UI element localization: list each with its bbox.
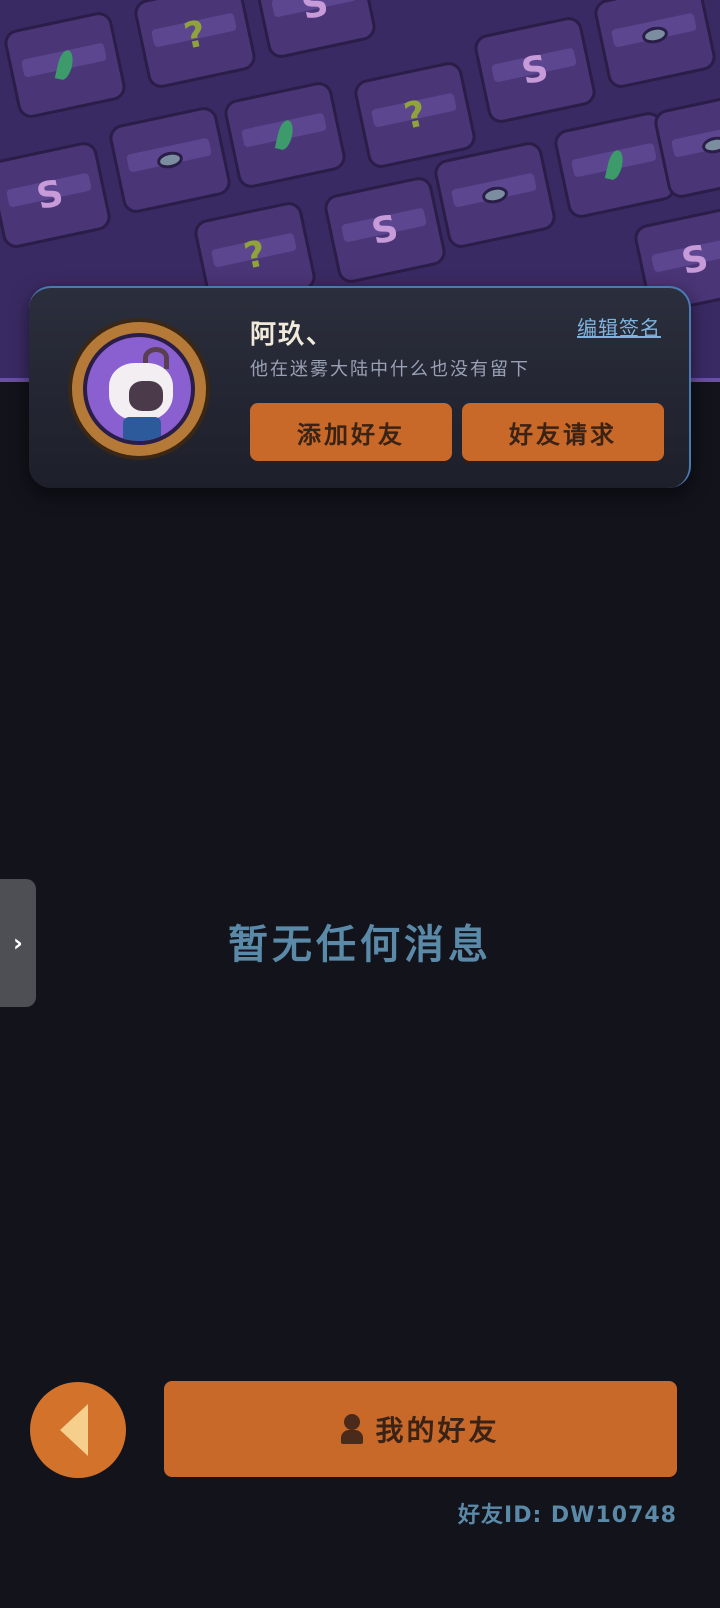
leaf-icon — [604, 148, 626, 182]
signature-text: 他在迷雾大陆中什么也没有留下 — [250, 359, 530, 380]
username: 阿玖、 — [250, 320, 335, 350]
edit-signature-link[interactable]: 编辑签名 — [577, 312, 661, 341]
friend-request-button[interactable]: 好友请求 — [462, 403, 664, 461]
friend-id-text: 好友ID: DW10748 — [458, 1503, 677, 1528]
pattern-tile: S — [471, 14, 599, 126]
avatar-image — [83, 333, 195, 445]
back-button[interactable] — [30, 1382, 126, 1478]
question-icon: ? — [180, 12, 210, 58]
leaf-icon — [274, 118, 296, 152]
sheep-face-icon — [109, 363, 173, 421]
avatar-body — [123, 417, 161, 441]
pattern-tile: S — [251, 0, 379, 61]
my-friends-button[interactable]: 我的好友 — [164, 1381, 677, 1477]
pattern-tile: ? — [131, 0, 259, 91]
pattern-tile: S — [321, 174, 449, 286]
pattern-tile — [221, 79, 349, 191]
question-icon: ? — [400, 92, 430, 138]
leaf-icon — [54, 48, 76, 82]
gem-icon — [640, 24, 670, 46]
profile-card: 阿玖、 编辑签名 他在迷雾大陆中什么也没有留下 添加好友 好友请求 — [29, 286, 691, 488]
avatar[interactable] — [68, 318, 210, 460]
pattern-tile — [1, 9, 129, 121]
pattern-tile: ? — [351, 59, 479, 171]
pattern-tile — [106, 104, 234, 216]
s-icon: S — [33, 172, 67, 218]
pattern-tile: S — [0, 139, 114, 251]
pattern-tile — [431, 139, 559, 251]
s-icon: S — [368, 207, 402, 253]
pattern-tile — [591, 0, 719, 91]
gem-icon — [700, 134, 720, 156]
question-icon: ? — [240, 232, 270, 278]
s-icon: S — [518, 47, 552, 93]
my-friends-label: 我的好友 — [375, 1414, 500, 1447]
empty-messages-text: 暂无任何消息 — [228, 922, 492, 968]
add-friend-button[interactable]: 添加好友 — [250, 403, 452, 461]
s-icon: S — [678, 237, 712, 283]
s-icon: S — [298, 0, 332, 28]
gem-icon — [480, 184, 510, 206]
gem-icon — [155, 149, 185, 171]
back-arrow-icon — [60, 1404, 88, 1456]
person-icon — [341, 1414, 364, 1444]
